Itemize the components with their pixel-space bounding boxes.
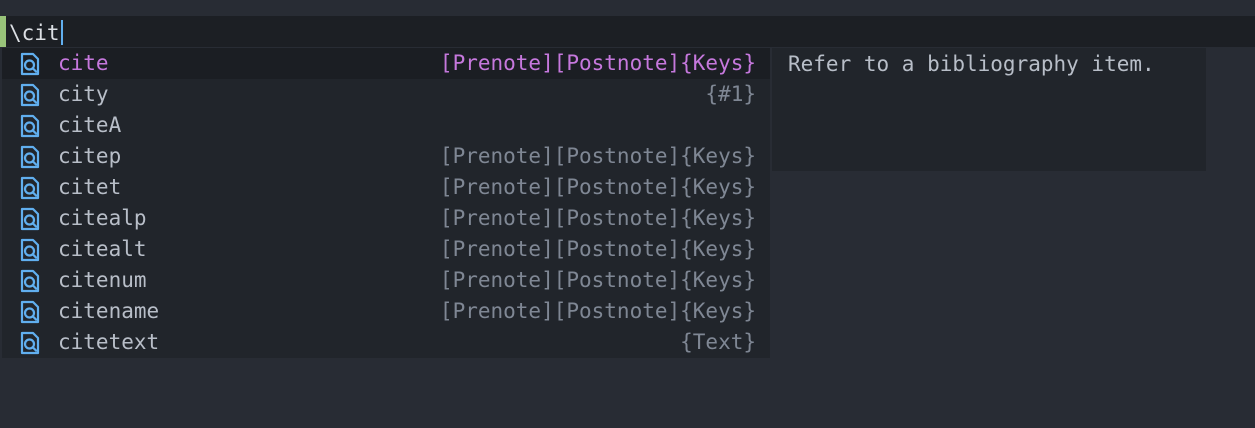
completion-item-detail: {#1} (705, 82, 756, 106)
completion-item[interactable]: citealt [Prenote][Postnote]{Keys} (2, 234, 770, 265)
completion-item-label: citealt (58, 237, 147, 261)
documentation-text: Refer to a bibliography item. (788, 52, 1155, 76)
completion-item[interactable]: citet [Prenote][Postnote]{Keys} (2, 172, 770, 203)
completion-item[interactable]: citealp [Prenote][Postnote]{Keys} (2, 203, 770, 234)
search-file-icon (20, 52, 40, 76)
completion-item-label: cite (58, 51, 109, 75)
top-bar (0, 0, 1255, 16)
text-cursor (60, 20, 63, 45)
completion-item[interactable]: citetext {Text} (2, 327, 770, 358)
search-file-icon (20, 176, 40, 200)
completion-item-detail: {Text} (680, 330, 756, 354)
completion-item-detail: [Prenote][Postnote]{Keys} (439, 175, 756, 199)
search-file-icon (20, 83, 40, 107)
completion-item-label: citealp (58, 206, 147, 230)
completion-item-detail: [Prenote][Postnote]{Keys} (439, 51, 756, 75)
completion-item-detail: [Prenote][Postnote]{Keys} (439, 144, 756, 168)
search-file-icon (20, 114, 40, 138)
completion-item-detail: [Prenote][Postnote]{Keys} (439, 237, 756, 261)
completion-item[interactable]: citenum [Prenote][Postnote]{Keys} (2, 265, 770, 296)
search-file-icon (20, 331, 40, 355)
search-file-icon (20, 300, 40, 324)
completion-item[interactable]: cite [Prenote][Postnote]{Keys} (2, 48, 770, 79)
completion-popup: cite [Prenote][Postnote]{Keys} city {#1}… (2, 48, 770, 358)
editor-current-line[interactable]: \cit (0, 16, 1255, 47)
documentation-panel: Refer to a bibliography item. (772, 48, 1206, 171)
completion-item-label: citeA (58, 113, 122, 137)
completion-item-detail: [Prenote][Postnote]{Keys} (439, 299, 756, 323)
editor-line-text[interactable]: \cit (9, 20, 63, 45)
completion-item-label: citenum (58, 268, 147, 292)
completion-item-detail: [Prenote][Postnote]{Keys} (439, 206, 756, 230)
completion-item-label: citet (58, 175, 122, 199)
editor-typed-text: \cit (9, 21, 60, 45)
completion-item[interactable]: citeA (2, 110, 770, 141)
search-file-icon (20, 238, 40, 262)
completion-item-label: citep (58, 144, 122, 168)
completion-item[interactable]: citep [Prenote][Postnote]{Keys} (2, 141, 770, 172)
completion-item-label: citename (58, 299, 160, 323)
search-file-icon (20, 269, 40, 293)
completion-item-label: city (58, 82, 109, 106)
completion-item-detail: [Prenote][Postnote]{Keys} (439, 268, 756, 292)
search-file-icon (20, 145, 40, 169)
modified-line-marker (0, 16, 6, 47)
completion-item[interactable]: city {#1} (2, 79, 770, 110)
completion-item[interactable]: citename [Prenote][Postnote]{Keys} (2, 296, 770, 327)
completion-item-label: citetext (58, 330, 160, 354)
search-file-icon (20, 207, 40, 231)
